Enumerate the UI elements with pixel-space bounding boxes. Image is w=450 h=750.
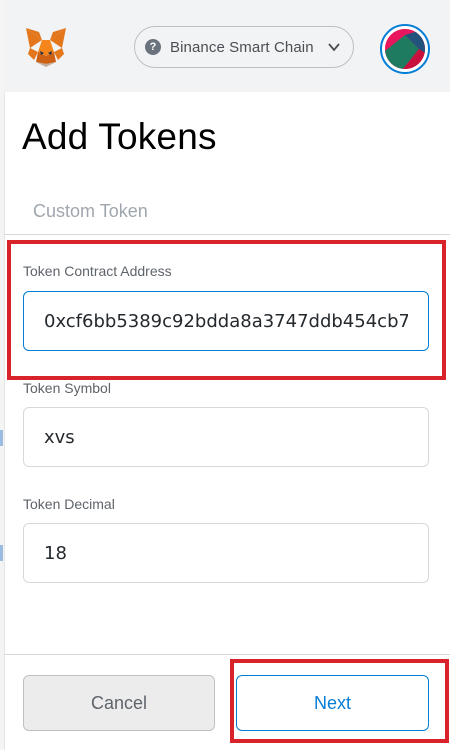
- token-symbol-input[interactable]: [23, 407, 429, 467]
- background-page-mark: [0, 430, 3, 446]
- contract-address-input[interactable]: [23, 291, 429, 351]
- token-symbol-label: Token Symbol: [23, 380, 111, 396]
- chevron-down-icon: [327, 40, 341, 54]
- network-selector[interactable]: ? Binance Smart Chain: [134, 26, 354, 68]
- tab-divider: [4, 234, 450, 235]
- footer-divider: [4, 654, 450, 655]
- network-name: Binance Smart Chain: [170, 38, 314, 56]
- cancel-button[interactable]: Cancel: [23, 675, 215, 731]
- app-header: ? Binance Smart Chain: [4, 0, 450, 92]
- contract-address-label: Token Contract Address: [23, 263, 172, 279]
- tab-custom-token[interactable]: Custom Token: [33, 201, 148, 222]
- account-avatar[interactable]: [380, 24, 430, 74]
- identicon-icon: [385, 29, 425, 69]
- add-tokens-window: ? Binance Smart Chain Add Tokens Custom …: [0, 0, 450, 750]
- metamask-fox-icon[interactable]: [24, 26, 68, 68]
- token-decimal-label: Token Decimal: [23, 496, 115, 512]
- help-icon: ?: [145, 39, 161, 55]
- background-page-edge: [0, 0, 5, 750]
- next-button[interactable]: Next: [236, 675, 429, 731]
- token-decimal-input[interactable]: [23, 523, 429, 583]
- page-title: Add Tokens: [22, 116, 217, 157]
- background-page-mark: [0, 545, 3, 561]
